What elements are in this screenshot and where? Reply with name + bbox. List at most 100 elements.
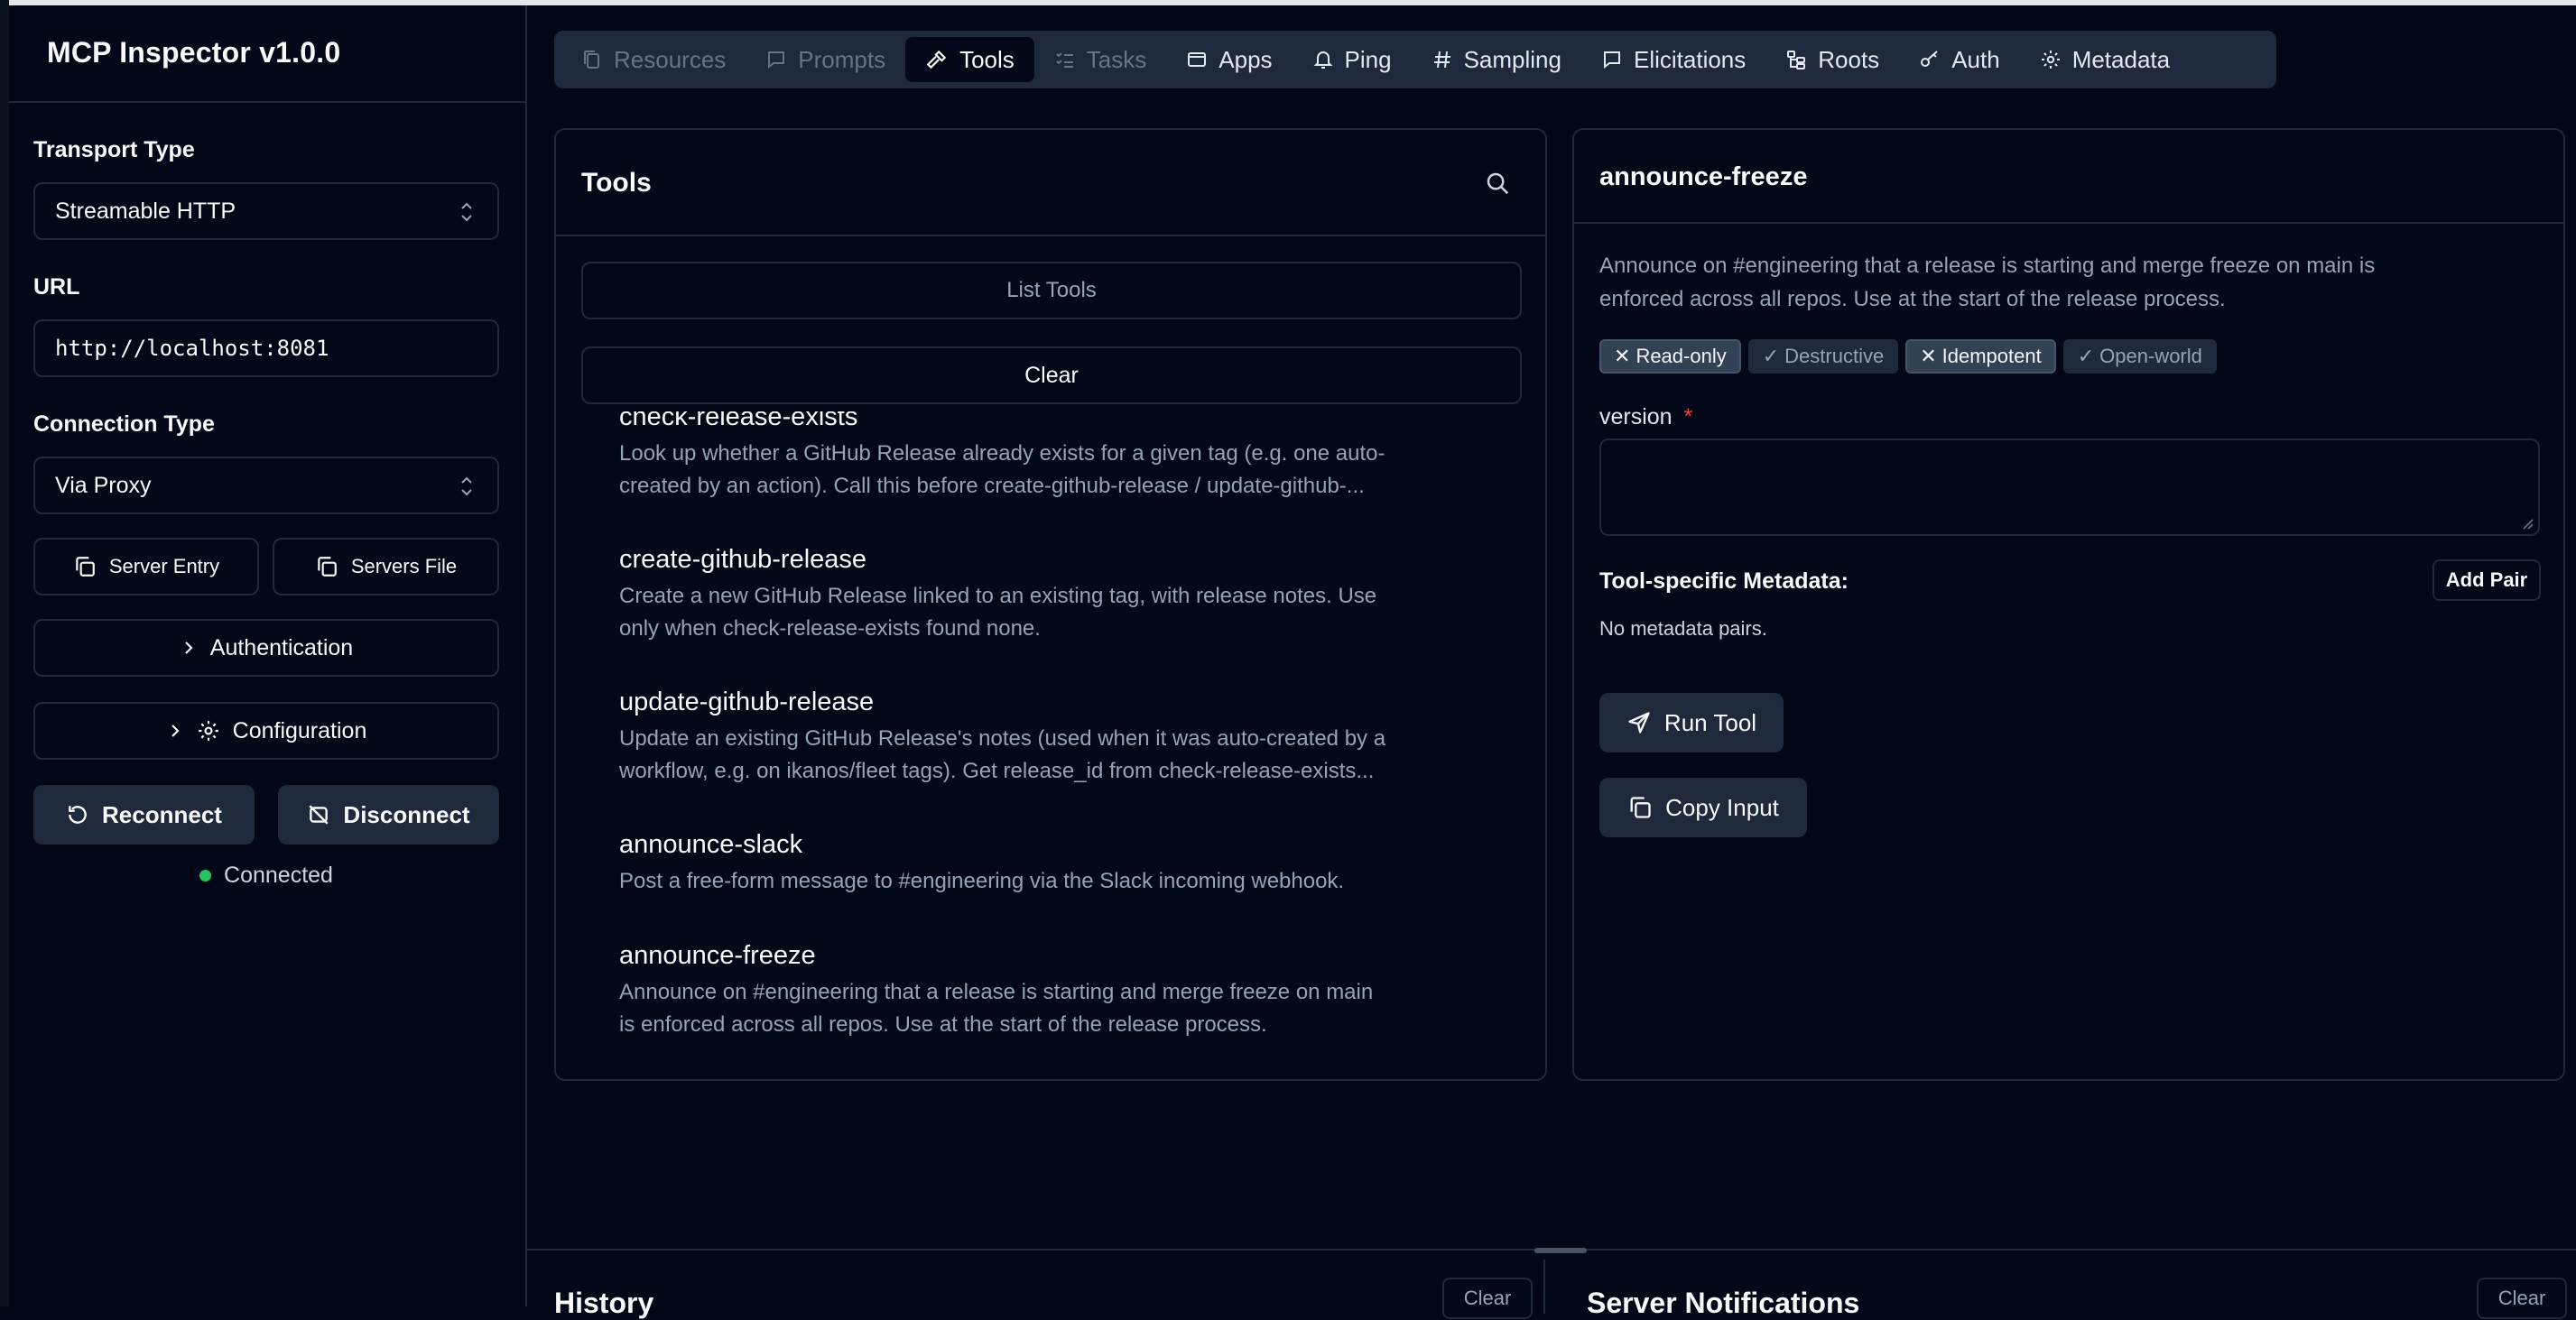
tab-elicitations[interactable]: Elicitations xyxy=(1581,37,1765,82)
tab-tools[interactable]: Tools xyxy=(905,37,1034,82)
tool-item-announce-freeze[interactable]: announce-freeze Announce on #engineering… xyxy=(619,941,1522,1041)
chevron-right-icon xyxy=(171,725,180,737)
document-copy-icon xyxy=(584,51,599,69)
tab-sampling[interactable]: Sampling xyxy=(1412,37,1581,82)
tool-detail-panel: announce-freeze Announce on #engineering… xyxy=(1572,128,2565,1081)
hash-icon xyxy=(1433,51,1450,69)
clear-tools-button[interactable]: Clear xyxy=(581,346,1522,404)
authentication-label: Authentication xyxy=(209,634,354,660)
tool-metadata-label: Tool-specific Metadata: xyxy=(1599,568,1849,594)
badge-open-world: ✓ Open-world xyxy=(2062,339,2217,374)
tools-panel: Tools List Tools Clear check-release-exi… xyxy=(554,128,1547,1081)
version-input[interactable] xyxy=(1599,438,2540,536)
message-square-icon xyxy=(1603,51,1620,69)
bottom-panels: History Clear Server Notifications Clear xyxy=(527,1249,2576,1319)
tool-item-update-github-release[interactable]: update-github-release Update an existing… xyxy=(619,688,1522,788)
search-icon[interactable] xyxy=(1484,170,1511,197)
badge-label: Read-only xyxy=(1635,345,1727,367)
tab-tasks-label: Tasks xyxy=(1086,45,1147,73)
badge-mark: ✓ xyxy=(2077,345,2095,367)
tab-prompts[interactable]: Prompts xyxy=(746,37,905,82)
main-tabs: Resources Prompts Tools Tasks Apps Ping … xyxy=(554,31,2276,88)
chevrons-up-down-icon xyxy=(459,200,474,224)
hammer-icon xyxy=(926,50,947,69)
tool-description-line: Update an existing GitHub Release's note… xyxy=(619,726,1386,751)
badge-destructive: ✓ Destructive xyxy=(1747,339,1899,374)
list-tools-label: List Tools xyxy=(1006,278,1097,302)
badge-label: Destructive xyxy=(1784,345,1885,367)
add-pair-button[interactable]: Add Pair xyxy=(2432,559,2541,601)
tab-ping-label: Ping xyxy=(1344,45,1392,73)
servers-file-button[interactable]: Servers File xyxy=(273,538,499,595)
app-window-icon xyxy=(1188,52,1207,67)
param-name: version xyxy=(1599,404,1673,429)
badge-idempotent: ✕ Idempotent xyxy=(1905,339,2056,374)
copy-icon xyxy=(318,557,337,577)
badge-read-only: ✕ Read-only xyxy=(1599,339,1741,374)
tool-item-check-release-exists[interactable]: check-release-exists Look up whether a G… xyxy=(619,411,1522,503)
server-entry-button[interactable]: Server Entry xyxy=(33,538,259,595)
tab-auth-label: Auth xyxy=(1951,45,2000,73)
badge-mark: ✕ xyxy=(1920,345,1937,367)
tab-metadata-label: Metadata xyxy=(2071,45,2171,73)
tab-roots[interactable]: Roots xyxy=(1765,37,1899,82)
rotate-ccw-icon xyxy=(69,806,87,824)
run-tool-button[interactable]: Run Tool xyxy=(1599,693,1784,752)
tool-description-line: only when check-release-exists found non… xyxy=(619,616,1041,641)
authentication-toggle[interactable]: Authentication xyxy=(33,619,499,677)
tool-description-line: Look up whether a GitHub Release already… xyxy=(619,441,1385,466)
tool-description-line: Create a new GitHub Release linked to an… xyxy=(619,584,1377,608)
reconnect-button[interactable]: Reconnect xyxy=(33,785,255,845)
annotation-badges: ✕ Read-only ✓ Destructive ✕ Idempotent ✓ Ope… xyxy=(1599,339,2224,374)
tab-tools-label: Tools xyxy=(959,45,1015,73)
copy-icon xyxy=(76,557,95,577)
server-notifications-title: Server Notifications xyxy=(1587,1287,1860,1319)
connection-type-select[interactable]: Via Proxy xyxy=(33,457,499,514)
tool-name: announce-slack xyxy=(619,830,803,859)
tab-apps-label: Apps xyxy=(1219,45,1273,73)
tab-metadata[interactable]: Metadata xyxy=(2020,37,2190,82)
history-title: History xyxy=(554,1287,654,1319)
copy-input-button[interactable]: Copy Input xyxy=(1599,778,1807,837)
tab-ping[interactable]: Ping xyxy=(1293,37,1412,82)
tab-resources[interactable]: Resources xyxy=(561,37,746,82)
tool-description-line: Post a free-form message to #engineering… xyxy=(619,869,1345,893)
add-pair-label: Add Pair xyxy=(2445,568,2528,591)
badge-label: Open-world xyxy=(2099,345,2202,367)
chevron-right-icon xyxy=(1540,950,1547,970)
tab-sampling-label: Sampling xyxy=(1463,45,1561,73)
transport-type-label: Transport Type xyxy=(33,137,195,162)
tool-name: create-github-release xyxy=(619,545,867,574)
clear-tools-label: Clear xyxy=(1024,362,1079,388)
configuration-label: Configuration xyxy=(232,717,367,743)
chevron-right-icon xyxy=(1540,697,1547,716)
disconnect-button[interactable]: Disconnect xyxy=(278,785,499,845)
transport-type-select[interactable]: Streamable HTTP xyxy=(33,182,499,240)
history-clear-button[interactable]: Clear xyxy=(1442,1278,1533,1319)
tool-item-announce-slack[interactable]: announce-slack Post a free-form message … xyxy=(619,830,1522,898)
run-tool-label: Run Tool xyxy=(1663,708,1757,736)
tool-description-line: created by an action). Call this before … xyxy=(619,474,1365,498)
tab-tasks[interactable]: Tasks xyxy=(1034,37,1166,82)
tab-auth[interactable]: Auth xyxy=(1899,37,2020,82)
folder-tree-icon xyxy=(1787,51,1806,69)
tab-apps[interactable]: Apps xyxy=(1166,37,1292,82)
configuration-toggle[interactable]: Configuration xyxy=(33,702,499,760)
url-value: http://localhost:8081 xyxy=(55,336,329,361)
list-checks-icon xyxy=(1056,52,1073,68)
unplug-icon xyxy=(309,805,329,825)
chevron-right-icon xyxy=(184,642,193,654)
history-clear-label: Clear xyxy=(1463,1287,1512,1309)
copy-input-label: Copy Input xyxy=(1665,793,1779,821)
tool-item-create-github-release[interactable]: create-github-release Create a new GitHu… xyxy=(619,545,1522,645)
resize-handle-icon[interactable] xyxy=(2520,516,2534,531)
list-tools-button[interactable]: List Tools xyxy=(581,262,1522,319)
panel-resize-handle[interactable] xyxy=(1534,1248,1587,1253)
notifications-clear-button[interactable]: Clear xyxy=(2477,1278,2567,1319)
tool-name: update-github-release xyxy=(619,688,875,716)
chevron-right-icon xyxy=(1540,554,1547,574)
url-label: URL xyxy=(33,274,80,300)
version-param-label: version * xyxy=(1599,404,1692,430)
required-marker: * xyxy=(1683,404,1693,429)
url-input[interactable]: http://localhost:8081 xyxy=(33,319,499,377)
